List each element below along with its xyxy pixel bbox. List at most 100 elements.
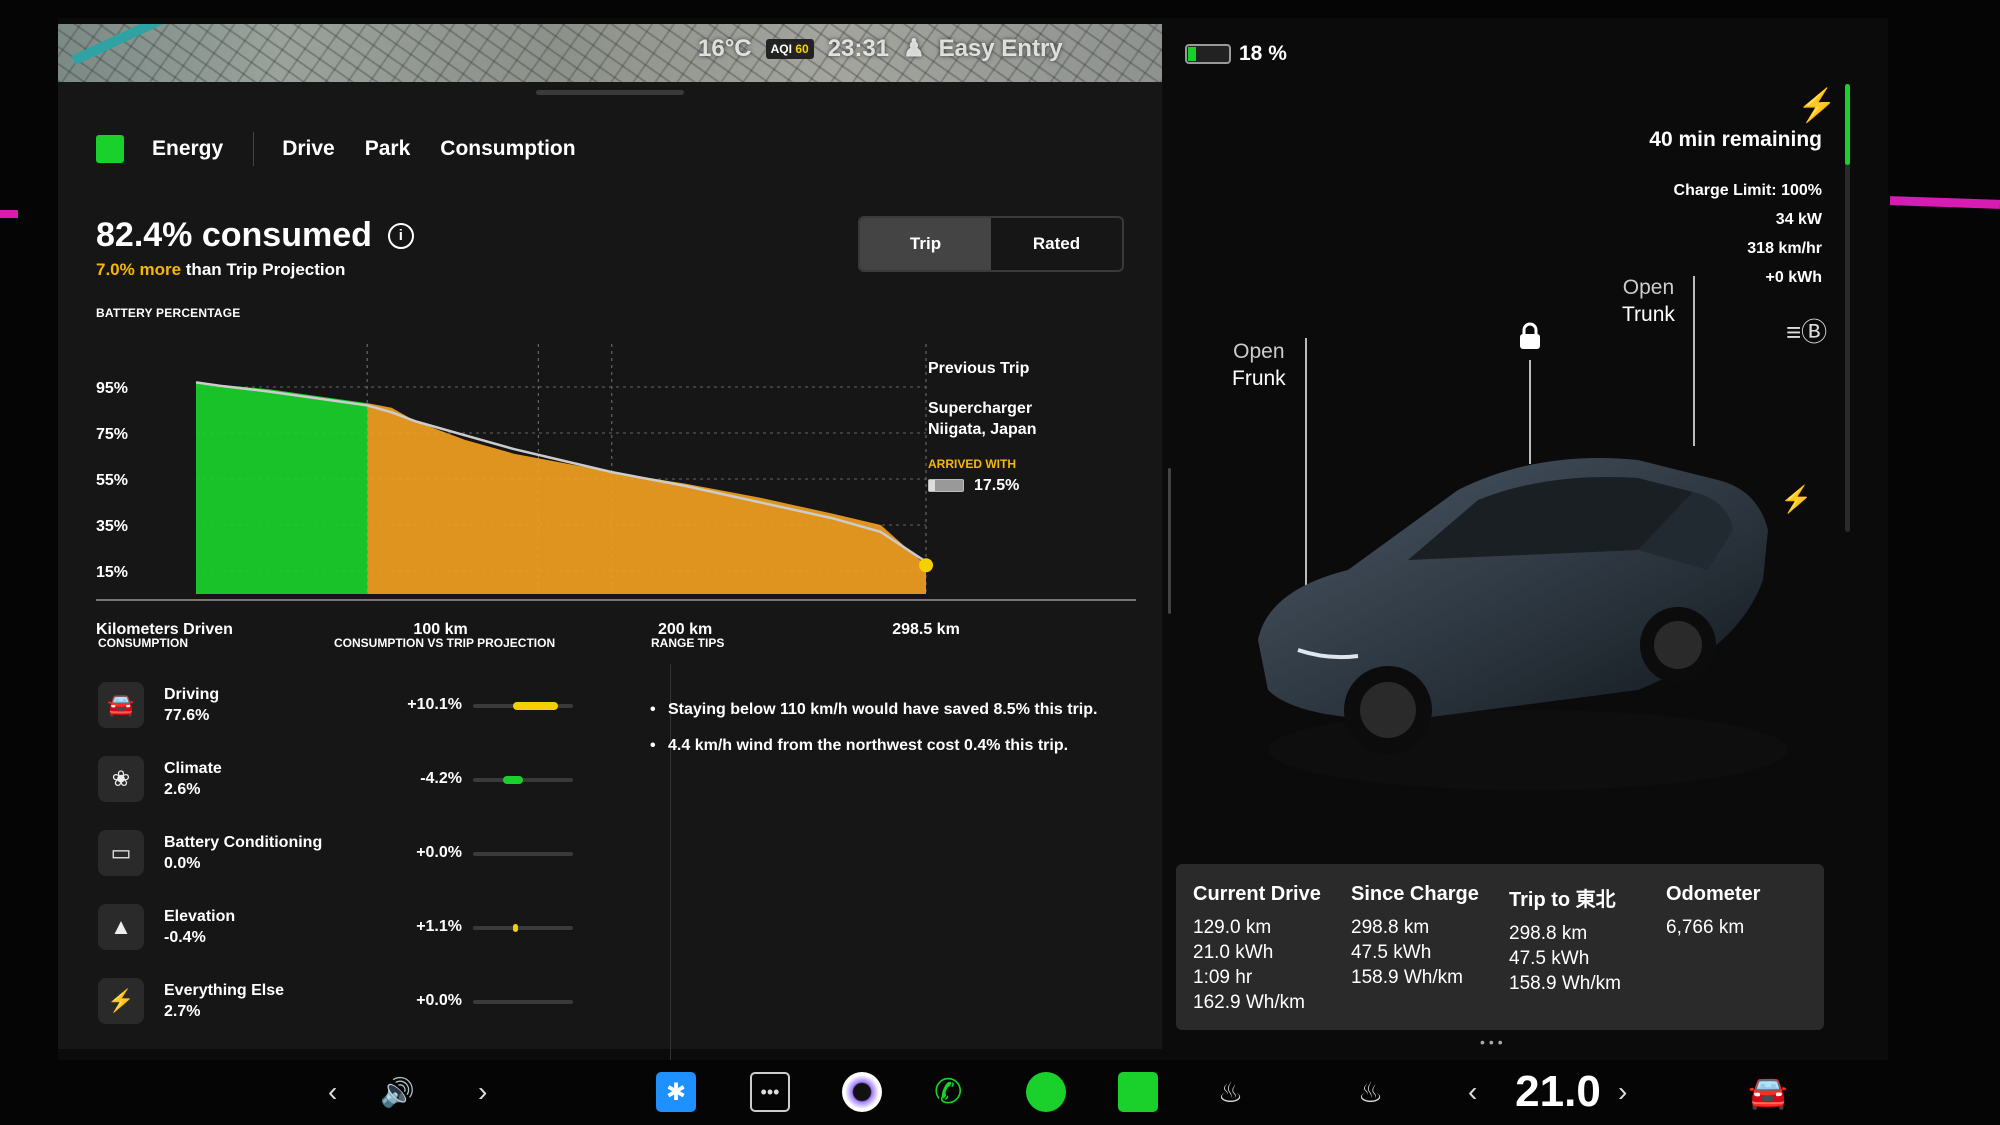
temp-up-chevron-icon[interactable]: › [1618, 1072, 1627, 1112]
consumption-title: CONSUMPTION [98, 636, 188, 650]
ambient-light-left [0, 210, 18, 218]
charge-energy: +0 kWh [1765, 269, 1822, 286]
volume-up-chevron-icon[interactable]: › [478, 1072, 487, 1112]
consumption-list: 🚘 Driving 77.6% +10.1% ❀ Climate 2.6% -4.2% ▭ Bat… [98, 674, 658, 1044]
tab-consumption[interactable]: Consumption [440, 137, 575, 161]
trip-to-distance: 298.8 km [1509, 923, 1588, 944]
energy-app-icon[interactable] [1118, 1072, 1158, 1112]
range-tips-list: Staying below 110 km/h would have saved … [650, 700, 1120, 772]
bluetooth-icon[interactable]: ✱ [656, 1072, 696, 1112]
temp-down-chevron-icon[interactable]: ‹ [1468, 1072, 1477, 1112]
consumption-row: ⚡ Everything Else 2.7% +0.0% [98, 970, 658, 1044]
charge-power: 34 kW [1775, 211, 1822, 228]
projection-suffix: than Trip Projection [181, 260, 346, 279]
consumption-delta: +10.1% [407, 696, 462, 713]
consumed-headline: 82.4% consumed i [96, 216, 414, 255]
ambient-light-right [1889, 196, 2000, 209]
aqi-badge: AQI 60 [765, 38, 814, 59]
volume-icon[interactable]: 🔊 [380, 1072, 415, 1112]
profile-icon[interactable]: ♟ [903, 34, 925, 63]
since-charge-energy: 47.5 kWh [1351, 942, 1432, 963]
arrived-value: 17.5% [974, 477, 1020, 494]
battery-status[interactable]: 18 % [1185, 42, 1287, 66]
charge-port-icon[interactable]: ⚡ [1780, 484, 1812, 515]
camera-icon[interactable] [842, 1072, 882, 1112]
x-tick-label: 200 km [658, 621, 712, 634]
charge-remaining: 40 min remaining [1649, 128, 1822, 151]
profile-name[interactable]: Easy Entry [939, 35, 1063, 63]
open-frunk-line1: Open [1233, 340, 1285, 363]
consumption-bar [473, 776, 573, 784]
fan-icon: ❀ [98, 756, 144, 802]
range-tips-title: RANGE TIPS [651, 636, 725, 650]
odometer-stats: Odometer 6,766 km [1666, 882, 1760, 940]
more-apps-icon[interactable]: ••• [750, 1072, 790, 1112]
toggle-rated[interactable]: Rated [991, 218, 1122, 270]
consumption-row: ❀ Climate 2.6% -4.2% [98, 748, 658, 822]
volume-down-chevron-icon[interactable]: ‹ [328, 1072, 337, 1112]
consumption-bar [473, 1000, 573, 1004]
car-icon: 🚘 [98, 682, 144, 728]
range-tip: Staying below 110 km/h would have saved … [650, 700, 1120, 719]
consumption-name: Battery Conditioning [164, 834, 323, 851]
consumption-percent: 2.7% [164, 1003, 201, 1020]
since-charge-distance: 298.8 km [1351, 917, 1430, 938]
cabin-temperature[interactable]: 21.0 [1498, 1067, 1618, 1116]
panel-scrollbar[interactable] [1168, 468, 1171, 614]
charge-limit[interactable]: Charge Limit: 100% [1674, 176, 1822, 205]
current-drive-header: Current Drive [1193, 883, 1321, 905]
tab-drive[interactable]: Drive [282, 137, 335, 161]
y-tick-label: 35% [96, 518, 128, 535]
previous-trip-label: Previous Trip [928, 360, 1030, 377]
y-tick-label: 95% [96, 380, 128, 397]
tab-park[interactable]: Park [365, 137, 411, 161]
clock: 23:31 [827, 34, 890, 62]
green-area-series [196, 382, 368, 594]
energy-tabs: Energy Drive Park Consumption [96, 132, 606, 166]
y-tick-label: 75% [96, 426, 128, 443]
x-tick-label: 298.5 km [892, 621, 960, 634]
toggle-trip[interactable]: Trip [860, 218, 991, 270]
card-page-dots[interactable]: ••• [1480, 1034, 1507, 1050]
consumption-name: Elevation [164, 908, 236, 925]
consumption-bar [473, 924, 573, 932]
battery-icon: ▭ [98, 830, 144, 876]
since-charge-stats: Since Charge 298.8 km 47.5 kWh 158.9 Wh/… [1351, 882, 1479, 990]
car-model[interactable] [1238, 420, 1798, 820]
phone-icon[interactable]: ✆ [934, 1072, 963, 1112]
tab-energy[interactable]: Energy [152, 137, 223, 161]
auto-headlight-icon[interactable]: ≡Ⓑ [1786, 312, 1827, 349]
consumption-percent: 2.6% [164, 781, 201, 798]
open-frunk-line2: Frunk [1232, 367, 1286, 390]
current-drive-energy: 21.0 kWh [1193, 942, 1274, 963]
charge-level-fill [1845, 84, 1850, 165]
info-icon[interactable]: i [387, 222, 414, 249]
rear-seat-heater-icon[interactable]: ♨ [1358, 1072, 1383, 1112]
open-frunk-button[interactable]: Open Frunk [1232, 338, 1286, 392]
car-icon[interactable]: 🚘 [1748, 1072, 1788, 1112]
lock-icon[interactable] [1518, 322, 1542, 350]
seat-heater-icon[interactable]: ♨ [1218, 1072, 1243, 1112]
odometer-header: Odometer [1666, 883, 1761, 905]
current-drive-distance: 129.0 km [1193, 917, 1272, 938]
status-bar: 16°C AQI 60 23:31 ♟ Easy Entry [698, 34, 1063, 63]
temperature: 16°C [698, 34, 752, 62]
trip-stats-card[interactable]: Current Drive 129.0 km 21.0 kWh 1:09 hr … [1176, 864, 1824, 1030]
map-strip[interactable]: 16°C AQI 60 23:31 ♟ Easy Entry [58, 24, 1162, 82]
open-trunk-line1: Open [1622, 276, 1675, 299]
charge-level-bar[interactable] [1845, 84, 1850, 532]
projection-text: 7.0% more than Trip Projection [96, 260, 345, 280]
destination-line2: Niigata, Japan [928, 421, 1037, 438]
since-charge-efficiency: 158.9 Wh/km [1351, 967, 1463, 988]
arrived-battery-icon [928, 479, 964, 493]
trip-to-energy: 47.5 kWh [1509, 948, 1590, 969]
spotify-icon[interactable] [1026, 1072, 1066, 1112]
energy-panel: 16°C AQI 60 23:31 ♟ Easy Entry Energy Dr… [58, 24, 1162, 1064]
trip-to-efficiency: 158.9 Wh/km [1509, 973, 1621, 994]
panel-grabber[interactable] [536, 90, 684, 95]
open-trunk-button[interactable]: Open Trunk [1622, 274, 1675, 328]
y-tick-label: 15% [96, 564, 128, 581]
trip-to-header: Trip to 東北 [1509, 889, 1616, 911]
map-road [71, 24, 185, 65]
arrived-label: ARRIVED WITH [928, 457, 1016, 471]
